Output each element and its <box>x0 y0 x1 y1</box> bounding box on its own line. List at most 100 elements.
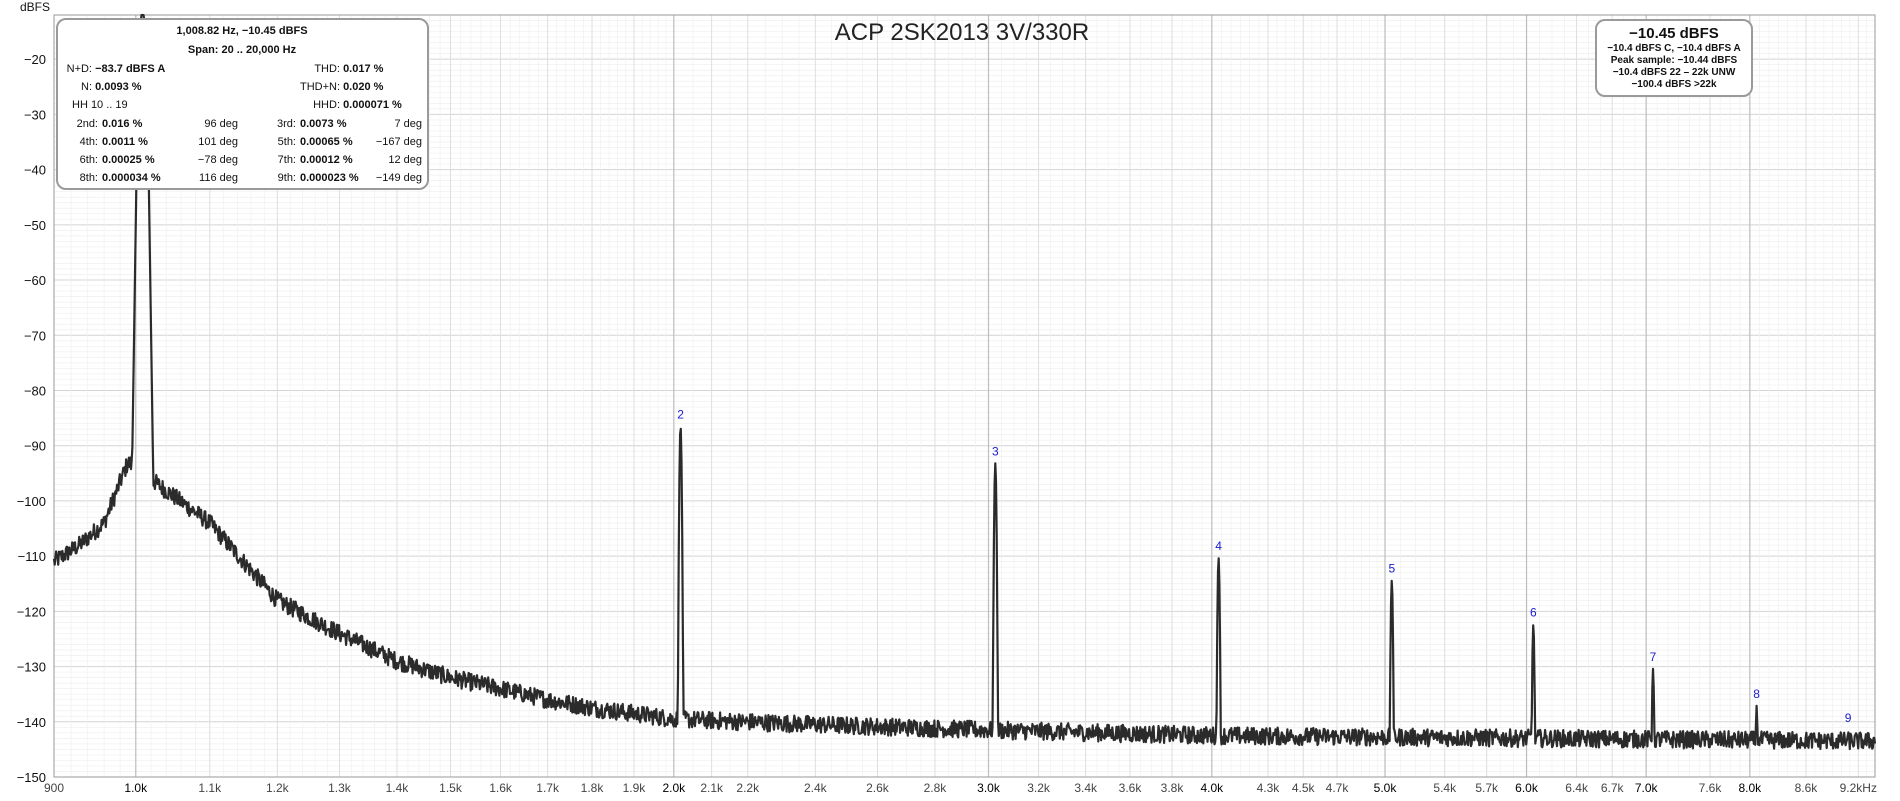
measure-header-frequency: 1,008.82 Hz, −10.45 dBFS <box>176 25 308 37</box>
x-tick-label: 3.2k <box>1027 781 1051 795</box>
measure-header-span: Span: 20 .. 20,000 Hz <box>187 44 297 56</box>
hh-range: HH 10 .. 19 <box>72 99 128 111</box>
level-unweighted: −10.4 dBFS 22 – 22k UNW <box>1612 67 1736 78</box>
x-tick-label: 1.4k <box>386 781 410 795</box>
hhd-value: 0.000071 % <box>343 99 402 111</box>
hhd-row: HHD: 0.000071 % <box>248 99 402 111</box>
harmonic-phase-right: 7 deg <box>394 118 422 130</box>
x-tick-label: 900 <box>44 781 64 795</box>
thd-value: 0.017 % <box>343 63 384 75</box>
y-tick-label: −120 <box>17 604 46 619</box>
harmonic-value-right: 0.0073 % <box>300 118 347 130</box>
harmonic-value-left: 0.0011 % <box>102 136 148 148</box>
harmonic-label: 3 <box>992 444 999 458</box>
y-tick-label: −70 <box>24 328 46 343</box>
x-tick-label: 3.0k <box>977 781 1001 795</box>
y-tick-label: −30 <box>24 107 46 122</box>
harmonic-row: 6th: 0.00025 % −78 deg 7th: 0.00012 % 12 deg <box>58 154 422 166</box>
harmonic-value-left: 0.016 % <box>102 118 143 130</box>
x-tick-label: 3.8k <box>1161 781 1185 795</box>
x-tick-label: 4.7k <box>1326 781 1350 795</box>
thdn-value: 0.020 % <box>343 81 384 93</box>
harmonic-phase-left: 96 deg <box>204 118 238 130</box>
harmonic-label: 4 <box>1215 539 1222 553</box>
x-tick-label: 6.7k <box>1601 781 1625 795</box>
x-tick-label: 1.7k <box>536 781 560 795</box>
x-tick-label: 2.8k <box>924 781 948 795</box>
y-tick-label: −140 <box>17 715 46 730</box>
hhd-label: HHD: <box>313 99 340 111</box>
harmonic-phase-left: 116 deg <box>199 172 238 184</box>
harmonic-label: 8 <box>1753 687 1760 701</box>
y-tick-label: −150 <box>17 770 46 785</box>
x-tick-label: 1.0k <box>124 781 148 795</box>
level-weighted: −10.4 dBFS C, −10.4 dBFS A <box>1607 43 1741 54</box>
x-tick-label: 6.0k <box>1515 781 1539 795</box>
x-tick-label: 4.0k <box>1200 781 1224 795</box>
level-peak: Peak sample: −10.44 dBFS <box>1610 55 1738 66</box>
nd-label: N+D: <box>66 63 92 75</box>
thdn-row: THD+N: 0.020 % <box>248 81 383 93</box>
harmonic-value-right: 0.00065 % <box>300 136 353 148</box>
harmonic-phase-right: −149 deg <box>375 172 422 184</box>
x-tick-label: 2.2k <box>736 781 760 795</box>
harmonic-phase-right: −167 deg <box>375 136 422 148</box>
level-above-22k: −100.4 dBFS >22k <box>1631 79 1717 90</box>
x-tick-label: 9.2kHz <box>1840 781 1877 795</box>
x-tick-label: 5.0k <box>1374 781 1398 795</box>
y-tick-label: −60 <box>24 273 46 288</box>
x-tick-label: 4.5k <box>1292 781 1316 795</box>
x-tick-label: 4.3k <box>1257 781 1281 795</box>
n-row: N: 0.0093 % <box>58 81 142 93</box>
x-tick-label: 1.3k <box>328 781 352 795</box>
thd-row: THD: 0.017 % <box>248 63 383 75</box>
harmonic-label-left: 6th: <box>79 154 98 166</box>
harmonic-row: 8th: 0.000034 % 116 deg 9th: 0.000023 % −149 … <box>58 172 422 184</box>
harmonic-value-left: 0.00025 % <box>102 154 155 166</box>
harmonic-phase-right: 12 deg <box>388 154 422 166</box>
harmonic-label: 9 <box>1845 711 1852 725</box>
harmonic-row: 4th: 0.0011 % 101 deg 5th: 0.00065 % −167 deg <box>58 136 422 148</box>
x-tick-label: 7.0k <box>1635 781 1659 795</box>
level-main: −10.45 dBFS <box>1629 25 1719 42</box>
harmonic-phase-left: 101 deg <box>198 136 238 148</box>
n-value: 0.0093 % <box>95 81 142 93</box>
x-tick-label: 8.0k <box>1738 781 1762 795</box>
x-tick-label: 1.8k <box>581 781 605 795</box>
harmonic-label-left: 4th: <box>79 136 98 148</box>
harmonic-label: 7 <box>1650 650 1657 664</box>
thd-label: THD: <box>314 63 340 75</box>
harmonic-phase-left: −78 deg <box>197 154 238 166</box>
y-tick-label: −40 <box>24 163 46 178</box>
harmonic-value-right: 0.00012 % <box>300 154 353 166</box>
x-tick-label: 3.4k <box>1074 781 1098 795</box>
x-tick-label: 2.0k <box>662 781 686 795</box>
harmonic-row: 2nd: 0.016 % 96 deg 3rd: 0.0073 % 7 deg <box>58 118 422 130</box>
level-panel: −10.45 dBFS −10.4 dBFS C, −10.4 dBFS A P… <box>1595 19 1753 97</box>
harmonic-label: 2 <box>677 407 684 421</box>
harmonic-label: 6 <box>1530 606 1537 620</box>
chart-title: ACP 2SK2013 3V/330R <box>835 19 1089 46</box>
x-tick-label: 1.5k <box>439 781 463 795</box>
y-tick-label: −90 <box>24 439 46 454</box>
x-tick-label: 6.4k <box>1565 781 1589 795</box>
harmonic-label-left: 2nd: <box>76 118 98 130</box>
x-tick-label: 5.7k <box>1475 781 1499 795</box>
nd-value: −83.7 dBFS A <box>95 63 166 75</box>
harmonic-value-right: 0.000023 % <box>300 172 359 184</box>
x-tick-label: 2.6k <box>866 781 890 795</box>
y-tick-label: −100 <box>17 494 46 509</box>
measurement-panel: 1,008.82 Hz, −10.45 dBFS Span: 20 .. 20,… <box>56 18 429 190</box>
y-tick-label: −80 <box>24 383 46 398</box>
harmonic-label-right: 9th: <box>277 172 296 184</box>
x-ticks: 900 1.0k 1.1k 1.2k 1.3k 1.4k 1.5k 1.6k 1.7k 1.8k 1… <box>44 781 1877 795</box>
y-ticks: −20 −30 −40 −50 −60 −70 −80 −90 −100 −110 −120 −130… <box>17 52 46 785</box>
x-tick-label: 8.6k <box>1795 781 1819 795</box>
y-tick-label: −110 <box>18 549 46 564</box>
y-tick-label: −50 <box>24 218 46 233</box>
nd-row: N+D: −83.7 dBFS A <box>58 63 166 75</box>
x-tick-label: 7.6k <box>1699 781 1723 795</box>
y-axis-label: dBFS <box>20 0 50 14</box>
y-tick-label: −130 <box>17 660 46 675</box>
harmonic-value-left: 0.000034 % <box>102 172 161 184</box>
